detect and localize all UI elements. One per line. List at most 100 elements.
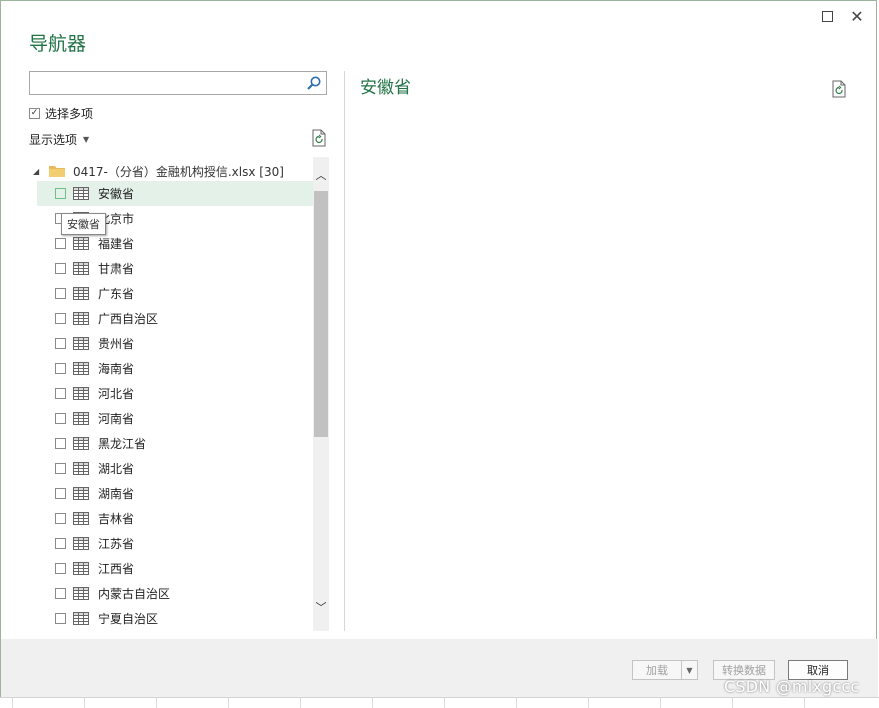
select-multiple-option[interactable]: ✓ 选择多项: [29, 105, 93, 122]
item-checkbox[interactable]: [55, 288, 66, 299]
table-icon: [73, 437, 89, 450]
refresh-icon[interactable]: [311, 129, 327, 147]
tree-item-label: 吉林省: [98, 512, 135, 526]
close-button[interactable]: ✕: [844, 3, 870, 29]
tree-item[interactable]: 广东省: [37, 281, 313, 306]
tree-item-label: 江苏省: [98, 537, 135, 551]
tree-root-label: 0417-（分省）金融机构授信.xlsx [30]: [73, 164, 284, 179]
item-checkbox[interactable]: [55, 313, 66, 324]
tree-item[interactable]: 甘肃省: [37, 256, 313, 281]
item-checkbox[interactable]: [55, 413, 66, 424]
preview-title: 安徽省: [360, 78, 411, 98]
table-icon: [73, 287, 89, 300]
tree-item[interactable]: 广西自治区: [37, 306, 313, 331]
table-icon: [73, 387, 89, 400]
tree-item[interactable]: 江苏省: [37, 531, 313, 556]
search-box[interactable]: [29, 71, 327, 95]
table-icon: [73, 262, 89, 275]
item-checkbox[interactable]: [55, 363, 66, 374]
tree-item-label: 广西自治区: [98, 312, 159, 326]
item-checkbox[interactable]: [55, 263, 66, 274]
tree-item-label: 福建省: [98, 237, 135, 251]
tree-item[interactable]: 江西省: [37, 556, 313, 581]
table-icon: [73, 612, 89, 625]
tree-item[interactable]: 贵州省: [37, 331, 313, 356]
item-checkbox[interactable]: [55, 563, 66, 574]
table-icon: [73, 362, 89, 375]
table-icon: [73, 587, 89, 600]
tree-item-label: 安徽省: [98, 187, 135, 201]
tree-item-label: 广东省: [98, 287, 135, 301]
tree-item[interactable]: 河北省: [37, 381, 313, 406]
tree-item-label: 河南省: [98, 412, 135, 426]
item-checkbox[interactable]: [55, 238, 66, 249]
table-icon: [73, 337, 89, 350]
refresh-icon[interactable]: [831, 80, 847, 98]
search-input[interactable]: [32, 74, 306, 94]
select-multiple-label: 选择多项: [45, 107, 94, 121]
tree-item[interactable]: 内蒙古自治区: [37, 581, 313, 606]
background-sheet-grid: [0, 697, 879, 708]
item-tooltip: 安徽省: [61, 213, 106, 235]
tree-item-label: 贵州省: [98, 337, 135, 351]
select-multiple-checkbox[interactable]: ✓: [29, 108, 40, 119]
tree-scrollbar[interactable]: ︿ ﹀: [313, 157, 329, 631]
item-checkbox[interactable]: [55, 588, 66, 599]
item-checkbox[interactable]: [55, 488, 66, 499]
tree-item-label: 宁夏自治区: [98, 612, 159, 626]
item-checkbox[interactable]: [55, 538, 66, 549]
table-icon: [73, 512, 89, 525]
item-checkbox[interactable]: [55, 188, 66, 199]
tree-item[interactable]: 河南省: [37, 406, 313, 431]
scroll-up-icon[interactable]: ︿: [313, 167, 329, 183]
chevron-down-icon: ▼: [686, 665, 693, 675]
table-icon: [73, 562, 89, 575]
tree-item-label: 江西省: [98, 562, 135, 576]
item-checkbox[interactable]: [55, 513, 66, 524]
item-checkbox[interactable]: [55, 338, 66, 349]
tree-item[interactable]: 黑龙江省: [37, 431, 313, 456]
tree-item[interactable]: 湖南省: [37, 481, 313, 506]
load-dropdown-button[interactable]: ▼: [681, 660, 698, 680]
table-icon: [73, 462, 89, 475]
scroll-down-icon[interactable]: ﹀: [313, 599, 329, 615]
tree-item-label: 湖南省: [98, 487, 135, 501]
table-icon: [73, 237, 89, 250]
left-pane: ✓ 选择多项 显示选项 ▼ ◢ 0417-（分省）金融机构授信.xlsx [30…: [29, 71, 329, 631]
tree-item[interactable]: 湖北省: [37, 456, 313, 481]
expand-collapse-icon[interactable]: ◢: [33, 167, 43, 176]
maximize-button[interactable]: [814, 3, 840, 29]
load-button[interactable]: 加载: [632, 660, 682, 680]
tree-item-label: 甘肃省: [98, 262, 135, 276]
item-checkbox[interactable]: [55, 438, 66, 449]
tree-item[interactable]: 吉林省: [37, 506, 313, 531]
table-icon: [73, 187, 89, 200]
tree-item-label: 内蒙古自治区: [98, 587, 171, 601]
table-icon: [73, 487, 89, 500]
tree-item[interactable]: 安徽省: [37, 181, 313, 206]
item-checkbox[interactable]: [55, 463, 66, 474]
display-options-label: 显示选项: [29, 133, 78, 147]
tree-item[interactable]: 宁夏自治区: [37, 606, 313, 631]
tree-item-label: 湖北省: [98, 462, 135, 476]
dialog-title: 导航器: [29, 33, 87, 55]
folder-icon: [49, 166, 65, 177]
pane-divider: [344, 71, 345, 631]
scroll-thumb[interactable]: [314, 191, 328, 437]
item-checkbox[interactable]: [55, 388, 66, 399]
table-icon: [73, 312, 89, 325]
tree-root-workbook[interactable]: ◢ 0417-（分省）金融机构授信.xlsx [30]: [33, 161, 284, 181]
maximize-icon: [821, 10, 833, 22]
search-icon[interactable]: [306, 75, 322, 91]
display-options-dropdown[interactable]: 显示选项 ▼: [29, 131, 89, 148]
tree-items: 安徽省 北京市 福建省 甘肃省 广东省 广西自治区 贵州省 海南省 河北省 河南省 黑龙江省 湖北省湖…: [37, 181, 313, 631]
navigator-dialog: ✕ 导航器 ✓ 选择多项 显示选项 ▼ ◢ 0417-（分省）金融机构授信.xl…: [0, 0, 878, 698]
item-checkbox[interactable]: [55, 613, 66, 624]
watermark-text: CSDN @mlxgccc: [724, 677, 860, 696]
tree-item-label: 黑龙江省: [98, 437, 147, 451]
title-bar: ✕ 导航器: [1, 1, 876, 61]
table-icon: [73, 412, 89, 425]
tree-item[interactable]: 海南省: [37, 356, 313, 381]
close-icon: ✕: [850, 6, 864, 26]
table-icon: [73, 537, 89, 550]
